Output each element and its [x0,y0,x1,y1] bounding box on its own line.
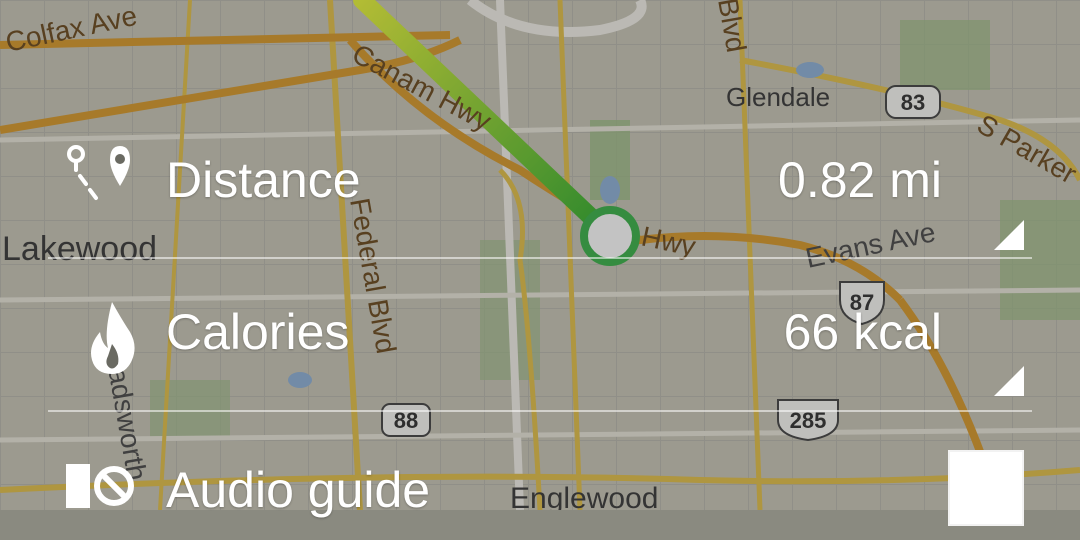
calories-dropdown-indicator[interactable] [994,366,1024,396]
distance-dropdown-indicator[interactable] [994,220,1024,250]
audio-guide-label: Audio guide [166,462,431,518]
distance-label: Distance [166,152,361,208]
route-pin-icon [67,145,130,200]
calories-label: Calories [166,304,350,360]
audio-guide-checkbox[interactable] [948,450,1024,526]
distance-row[interactable]: Distance 0.82 mi [0,110,1080,260]
calories-value: 66 kcal [783,304,942,360]
flame-icon [91,302,135,374]
row-divider [48,257,1032,259]
audio-off-icon [66,464,134,508]
audio-guide-row[interactable]: Audio guide [0,412,1080,515]
map-city-glendale: Glendale [726,82,830,112]
distance-value: 0.82 mi [778,152,942,208]
calories-row[interactable]: Calories 66 kcal [0,260,1080,410]
